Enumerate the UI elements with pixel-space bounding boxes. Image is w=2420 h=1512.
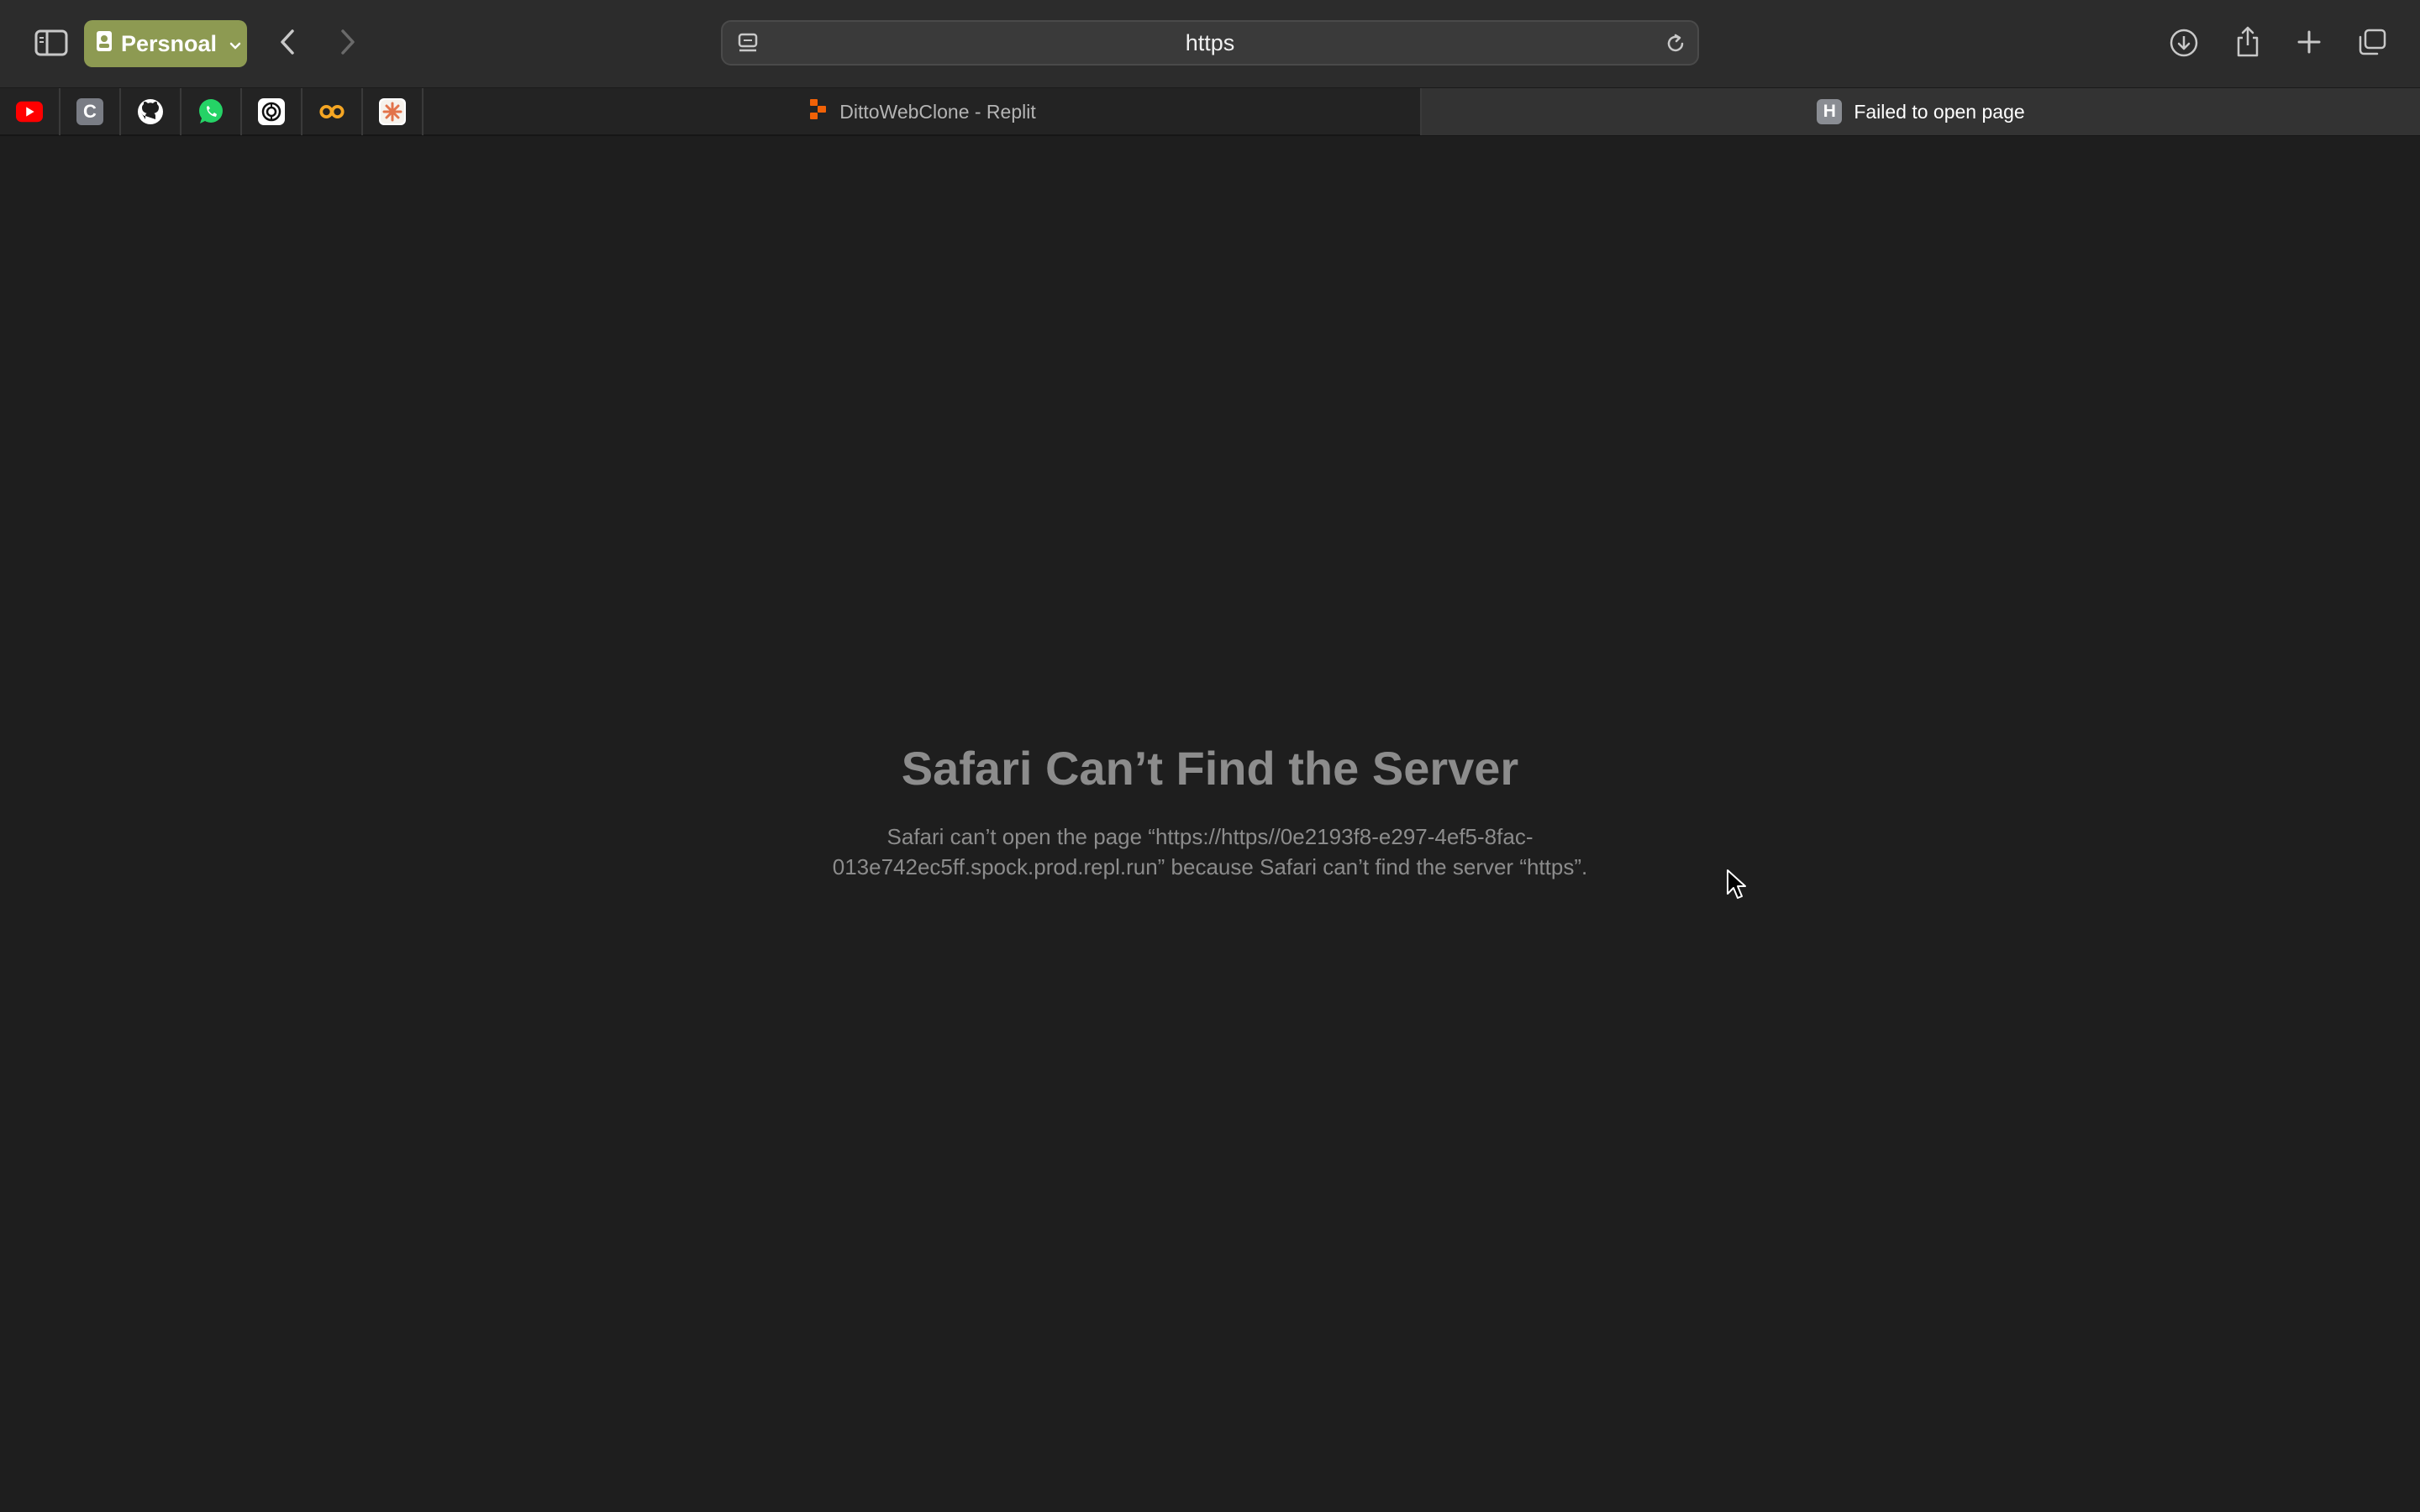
tab-overview-icon[interactable] <box>2354 25 2390 59</box>
github-icon <box>137 98 164 125</box>
tab-failed-to-open[interactable]: H Failed to open page <box>1422 88 2420 135</box>
openai-icon <box>258 98 285 125</box>
claude-icon <box>379 98 406 125</box>
pinned-tab-openai[interactable] <box>242 88 302 135</box>
tab-label: Failed to open page <box>1854 100 2025 123</box>
tab-bar: C DittoWebClone - Replit H Failed to ope… <box>0 87 2420 136</box>
whatsapp-icon <box>197 98 224 125</box>
browser-window: Persnoal https C DittoWebClone - Replit … <box>0 0 2420 1512</box>
address-text: https <box>1185 29 1235 55</box>
address-bar[interactable]: https <box>721 20 1699 66</box>
mouse-pointer-icon <box>1726 869 1748 905</box>
back-arrow-icon[interactable] <box>272 25 302 59</box>
error-message: Safari can’t open the page “https://http… <box>832 824 1588 879</box>
tab-label: DittoWebClone - Replit <box>839 100 1036 123</box>
downloads-icon[interactable] <box>2166 25 2202 60</box>
profile-button[interactable]: Persnoal <box>84 20 247 67</box>
share-icon[interactable] <box>2230 22 2265 60</box>
error-title: Safari Can’t Find the Server <box>901 742 1519 795</box>
replit-icon <box>809 98 828 125</box>
youtube-icon <box>16 98 43 125</box>
reload-icon[interactable] <box>1662 30 1689 57</box>
pinned-tab-whatsapp[interactable] <box>182 88 242 135</box>
pinned-tab-infinity[interactable] <box>302 88 363 135</box>
pinned-tab-c[interactable]: C <box>60 88 121 135</box>
page-content: Safari Can’t Find the Server Safari can’… <box>0 136 2420 1512</box>
pinned-tab-claude[interactable] <box>363 88 424 135</box>
forward-arrow-icon[interactable] <box>333 25 363 59</box>
new-tab-plus-icon[interactable] <box>2292 25 2326 59</box>
sidebar-toggle-icon[interactable] <box>34 27 69 59</box>
profile-badge-icon <box>96 30 113 58</box>
tab-dittowebclone[interactable]: DittoWebClone - Replit <box>425 88 1422 135</box>
pinned-tab-youtube[interactable] <box>0 88 60 135</box>
toolbar: Persnoal https <box>0 0 2420 87</box>
profile-label: Persnoal <box>121 30 218 56</box>
chevron-down-icon <box>229 31 242 57</box>
h-favicon-icon: H <box>1817 99 1843 124</box>
infinity-icon <box>318 98 345 125</box>
c-letter: C <box>83 101 97 122</box>
pinned-tab-github[interactable] <box>121 88 182 135</box>
c-icon: C <box>76 98 103 125</box>
